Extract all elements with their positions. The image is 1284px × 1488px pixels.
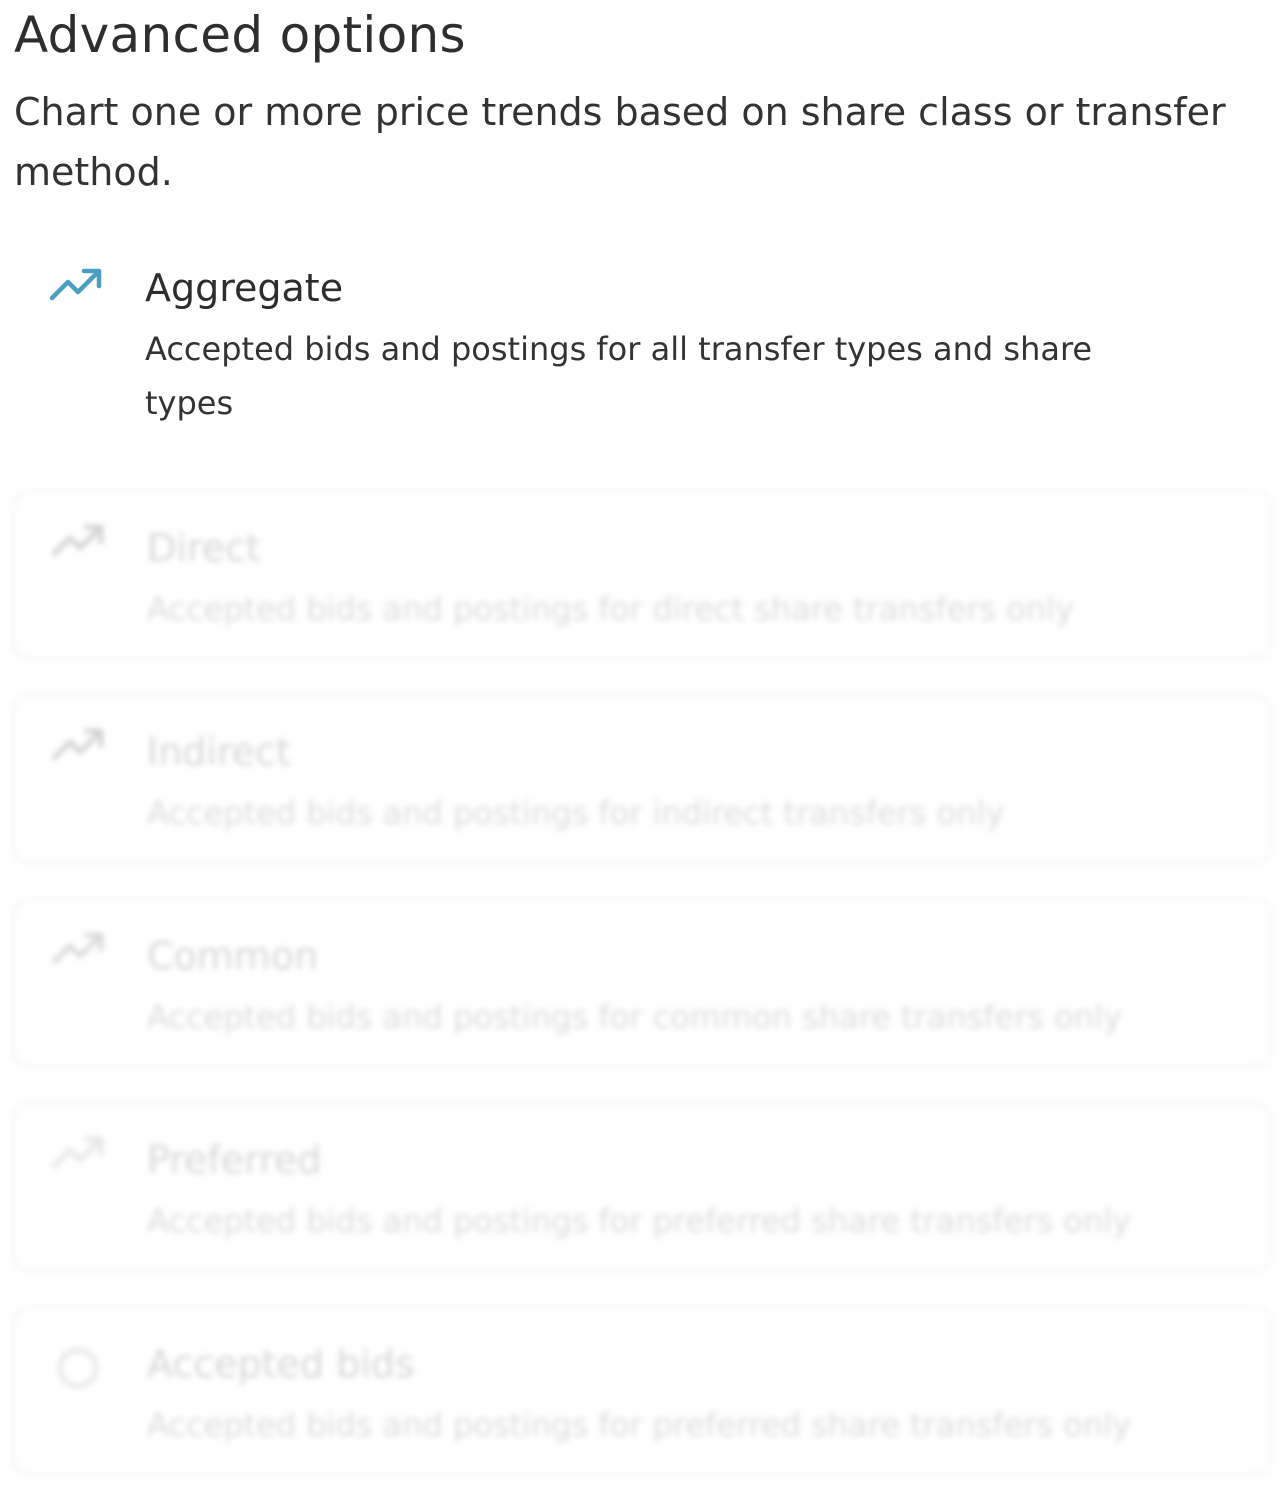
option-description: Accepted bids and postings for indirect …: [147, 794, 1005, 832]
option-description: Accepted bids and postings for direct sh…: [147, 590, 1075, 628]
trending-up-icon: [50, 520, 110, 562]
option-description: Accepted bids and postings for common sh…: [147, 998, 1122, 1036]
option-description: Accepted bids and postings for preferred…: [147, 1406, 1131, 1444]
advanced-options-panel: Advanced options Chart one or more price…: [0, 0, 1284, 1488]
trending-up-icon: [50, 724, 110, 766]
trending-up-icon: [50, 1132, 110, 1174]
option-label: Aggregate: [145, 266, 344, 310]
option-direct[interactable]: Direct Accepted bids and postings for di…: [12, 490, 1272, 660]
option-description: Accepted bids and postings for all trans…: [145, 330, 1093, 422]
page-subtitle: Chart one or more price trends based on …: [14, 90, 1226, 194]
option-label: Accepted bids: [147, 1342, 415, 1386]
option-accepted-bids[interactable]: Accepted bids Accepted bids and postings…: [12, 1306, 1272, 1476]
option-label: Direct: [147, 526, 261, 570]
trending-up-icon: [50, 928, 110, 970]
option-label: Preferred: [147, 1138, 322, 1182]
trending-up-icon: [48, 264, 108, 306]
option-aggregate[interactable]: Aggregate Accepted bids and postings for…: [12, 250, 1272, 440]
option-label: Indirect: [147, 730, 291, 774]
page-title: Advanced options: [14, 6, 466, 64]
option-preferred[interactable]: Preferred Accepted bids and postings for…: [12, 1102, 1272, 1272]
option-common[interactable]: Common Accepted bids and postings for co…: [12, 898, 1272, 1068]
radio-circle-icon[interactable]: [58, 1348, 98, 1388]
option-label: Common: [147, 934, 319, 978]
option-indirect[interactable]: Indirect Accepted bids and postings for …: [12, 694, 1272, 864]
option-description: Accepted bids and postings for preferred…: [147, 1202, 1131, 1240]
